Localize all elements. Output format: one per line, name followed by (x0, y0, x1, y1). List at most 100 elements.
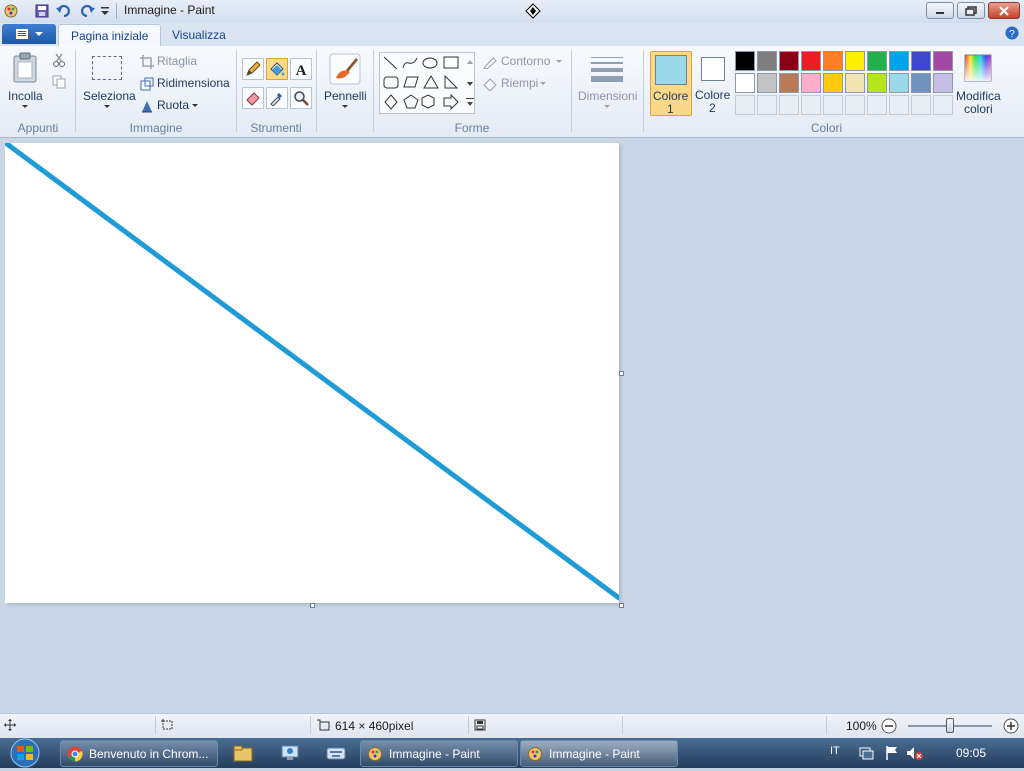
color2-swatch (701, 57, 725, 81)
pencil-tool[interactable] (242, 58, 264, 80)
taskbar-paint-1[interactable]: Immagine - Paint (360, 740, 518, 767)
close-button[interactable] (988, 2, 1020, 19)
taskbar-paint-2[interactable]: Immagine - Paint (520, 740, 678, 767)
color1-number: 1 (667, 102, 674, 116)
window-title: Immagine - Paint (124, 3, 215, 17)
quick-access-dropdown-icon[interactable] (100, 5, 110, 17)
zoom-out-icon[interactable] (881, 718, 897, 734)
image-dimensions: 614 × 460pixel (335, 719, 414, 733)
quick-redo-icon[interactable] (79, 3, 95, 19)
crop-icon (140, 55, 154, 69)
pencil-icon (246, 61, 261, 76)
palette-color-swatch[interactable] (735, 73, 755, 93)
paint-app-icon[interactable] (3, 3, 19, 19)
resize-button[interactable]: Ridimensiona (140, 76, 232, 92)
zoom-in-icon[interactable] (1003, 718, 1019, 734)
network-app-icon[interactable] (280, 744, 300, 762)
drawing-canvas[interactable] (4, 141, 622, 603)
select-button[interactable]: Seleziona (81, 52, 136, 112)
text-tool[interactable]: A (290, 58, 312, 80)
tab-view[interactable]: Visualizza (160, 24, 238, 46)
color-picker-tool[interactable] (266, 87, 288, 109)
palette-custom-slot[interactable] (735, 95, 755, 115)
resize-handle-right[interactable] (619, 371, 624, 376)
language-indicator[interactable]: IT (830, 745, 840, 757)
palette-color-swatch[interactable] (845, 73, 865, 93)
palette-custom-slot[interactable] (889, 95, 909, 115)
shapes-group-label: Forme (454, 121, 490, 135)
paste-button[interactable]: Incolla (6, 52, 46, 112)
crop-button[interactable]: Ritaglia (140, 54, 210, 70)
palette-color-swatch[interactable] (911, 51, 931, 71)
fill-tool[interactable] (266, 58, 288, 80)
color1-button[interactable]: Colore 1 (650, 51, 692, 116)
colors-group-label: Colori (810, 121, 843, 135)
palette-color-swatch[interactable] (779, 73, 799, 93)
palette-color-swatch[interactable] (911, 73, 931, 93)
chevron-down-icon (556, 60, 562, 63)
palette-color-swatch[interactable] (779, 51, 799, 71)
cursor-position-icon (4, 719, 16, 731)
palette-color-swatch[interactable] (823, 51, 843, 71)
size-button[interactable]: Dimensioni (575, 52, 639, 114)
palette-custom-slot[interactable] (779, 95, 799, 115)
clock[interactable]: 09:05 (956, 746, 986, 760)
palette-custom-slot[interactable] (801, 95, 821, 115)
copy-icon[interactable] (52, 75, 66, 89)
group-separator (643, 50, 644, 132)
paste-icon (13, 52, 37, 83)
minimize-button[interactable] (926, 2, 954, 19)
volume-muted-icon[interactable] (906, 745, 924, 761)
palette-color-swatch[interactable] (933, 73, 953, 93)
fill-button[interactable]: Riempi (482, 76, 552, 92)
quick-access-separator (116, 3, 117, 19)
palette-color-swatch[interactable] (889, 51, 909, 71)
rotate-button[interactable]: Ruota (140, 98, 200, 114)
shapes-scroll-icon[interactable] (465, 54, 475, 112)
color2-button[interactable]: Colore 2 (694, 51, 732, 116)
tab-home[interactable]: Pagina iniziale (58, 24, 162, 46)
select-label: Seleziona (83, 89, 136, 103)
resize-handle-corner[interactable] (619, 603, 624, 608)
eraser-tool[interactable] (242, 87, 264, 109)
brushes-label: Pennelli (324, 89, 367, 103)
maximize-button[interactable] (957, 2, 985, 19)
action-center-flag-icon[interactable] (884, 745, 900, 761)
application-menu-button[interactable] (2, 24, 56, 44)
palette-custom-slot[interactable] (911, 95, 931, 115)
palette-custom-slot[interactable] (823, 95, 843, 115)
palette-color-swatch[interactable] (757, 73, 777, 93)
palette-custom-slot[interactable] (933, 95, 953, 115)
palette-color-swatch[interactable] (823, 73, 843, 93)
cut-icon[interactable] (52, 53, 66, 67)
keyboard-icon[interactable] (326, 745, 346, 761)
explorer-icon[interactable] (233, 744, 253, 762)
palette-custom-slot[interactable] (757, 95, 777, 115)
magnifier-tool[interactable] (290, 87, 312, 109)
help-icon[interactable]: ? (1005, 26, 1019, 40)
taskbar-paint-2-label: Immagine - Paint (549, 746, 640, 761)
palette-custom-slot[interactable] (845, 95, 865, 115)
palette-color-swatch[interactable] (735, 51, 755, 71)
palette-color-swatch[interactable] (933, 51, 953, 71)
palette-color-swatch[interactable] (889, 73, 909, 93)
palette-color-swatch[interactable] (867, 51, 887, 71)
network-icon[interactable] (858, 745, 874, 761)
edit-colors-button[interactable]: Modifica colori (955, 52, 1003, 116)
palette-color-swatch[interactable] (845, 51, 865, 71)
palette-color-swatch[interactable] (801, 51, 821, 71)
palette-custom-slot[interactable] (867, 95, 887, 115)
chevron-down-icon (604, 105, 610, 108)
taskbar-chrome[interactable]: Benvenuto in Chrom... (60, 740, 218, 767)
quick-save-icon[interactable] (35, 4, 49, 18)
palette-color-swatch[interactable] (801, 73, 821, 93)
start-button[interactable] (4, 738, 46, 768)
chevron-down-icon (540, 82, 546, 85)
palette-color-swatch[interactable] (757, 51, 777, 71)
resize-handle-bottom[interactable] (310, 603, 315, 608)
quick-undo-icon[interactable] (56, 3, 72, 19)
brushes-button[interactable]: Pennelli (321, 52, 369, 114)
palette-color-swatch[interactable] (867, 73, 887, 93)
outline-button[interactable]: Contorno (482, 54, 564, 70)
zoom-slider-thumb[interactable] (946, 718, 954, 733)
